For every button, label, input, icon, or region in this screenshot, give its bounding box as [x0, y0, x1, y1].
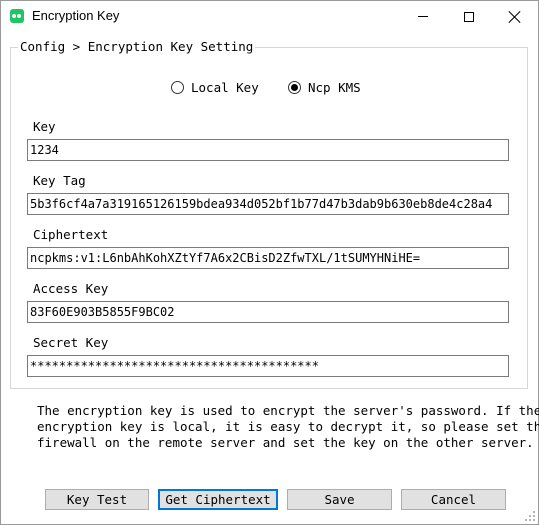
window-title: Encryption Key: [32, 8, 120, 23]
ciphertext-input[interactable]: ncpkms:v1:L6nbAhKohXZtYf7A6x2CBisD2ZfwTX…: [27, 247, 509, 269]
key-input[interactable]: 1234: [27, 139, 509, 161]
local-key-label: Local Key: [191, 80, 259, 95]
key-test-button[interactable]: Key Test: [45, 489, 149, 510]
encryption-key-window: Encryption Key Config > Encryption Key S…: [0, 0, 539, 525]
maximize-button[interactable]: [446, 1, 492, 32]
minimize-icon: [418, 16, 428, 17]
title-bar[interactable]: Encryption Key: [1, 1, 538, 32]
cancel-button[interactable]: Cancel: [401, 489, 506, 510]
access-key-label: Access Key: [33, 281, 109, 296]
access-key-input[interactable]: 83F60E903B5855F9BC02: [27, 301, 509, 323]
key-label: Key: [33, 119, 56, 134]
app-icon: [10, 9, 24, 23]
radio-unchecked-icon: [171, 81, 184, 94]
description-text: The encryption key is used to encrypt th…: [37, 403, 539, 451]
description-line: The encryption key is used to encrypt th…: [37, 403, 539, 418]
group-legend: Config > Encryption Key Setting: [18, 39, 256, 54]
key-tag-label: Key Tag: [33, 173, 86, 188]
close-button[interactable]: [492, 1, 538, 32]
description-line: encryption key is local, it is easy to d…: [37, 419, 539, 434]
ciphertext-label: Ciphertext: [33, 227, 109, 242]
save-button[interactable]: Save: [287, 489, 392, 510]
key-tag-input[interactable]: 5b3f6cf4a7a319165126159bdea934d052bf1b77…: [27, 193, 509, 215]
minimize-button[interactable]: [400, 1, 446, 32]
maximize-icon: [464, 11, 474, 22]
secret-key-input[interactable]: ****************************************: [27, 355, 509, 377]
local-key-radio[interactable]: Local Key: [171, 80, 259, 95]
secret-key-label: Secret Key: [33, 335, 109, 350]
resize-grip-icon[interactable]: [525, 511, 535, 521]
ncp-kms-radio[interactable]: Ncp KMS: [288, 80, 361, 95]
ncp-kms-label: Ncp KMS: [308, 80, 361, 95]
close-icon: [509, 11, 521, 23]
description-line: firewall on the remote server and set th…: [37, 435, 534, 450]
get-ciphertext-button[interactable]: Get Ciphertext: [158, 489, 278, 510]
radio-checked-icon: [288, 81, 301, 94]
